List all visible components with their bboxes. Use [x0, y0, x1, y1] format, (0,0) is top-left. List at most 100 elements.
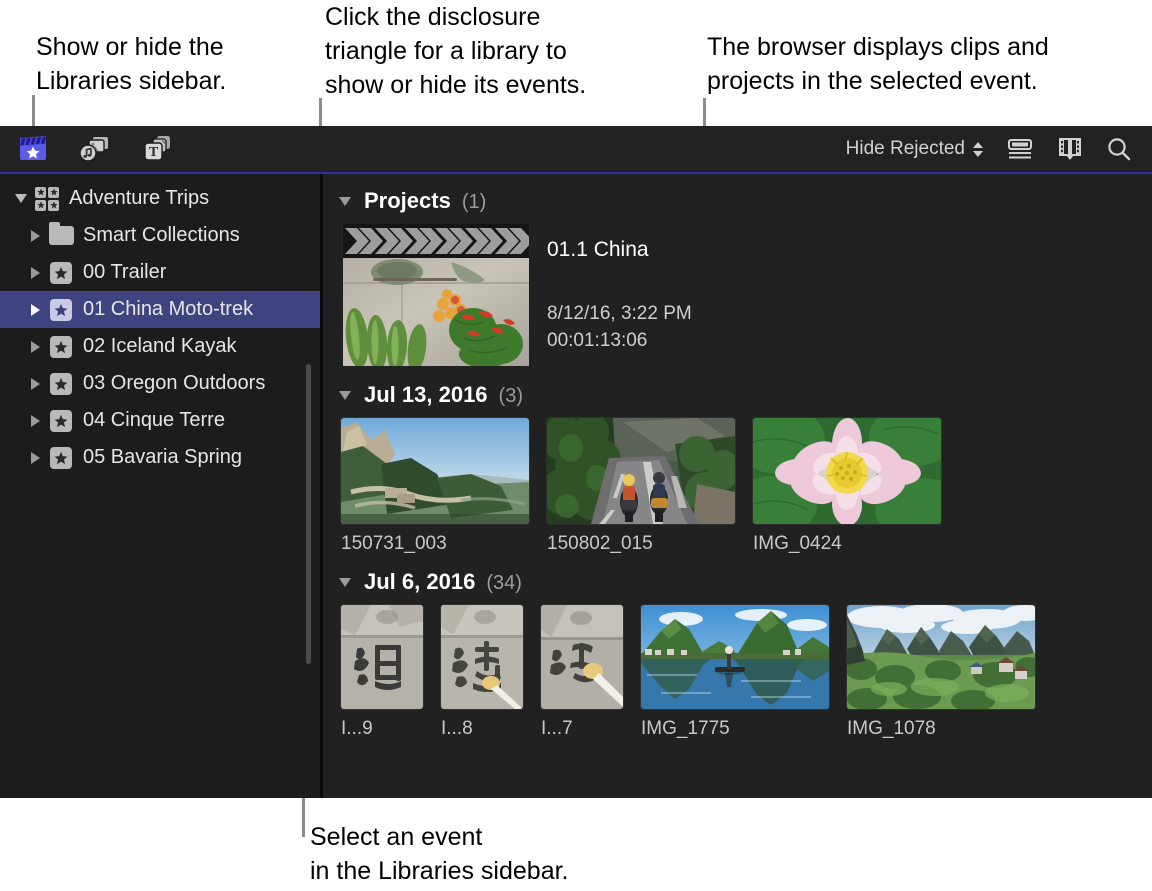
sidebar-library-label: Adventure Trips — [69, 187, 209, 210]
event-star-icon — [46, 410, 76, 432]
library-grid-icon — [32, 187, 62, 211]
main-split: Adventure Trips Smart Collections 00 Tra… — [0, 174, 1152, 798]
disclosure-triangle-event[interactable] — [24, 415, 46, 427]
section-header-jul-13-2016[interactable]: Jul 13, 2016 (3) — [333, 382, 1152, 408]
project-filmstrip-header — [343, 224, 529, 258]
sidebar-scrollbar[interactable] — [306, 364, 311, 664]
triangle-down-icon[interactable] — [339, 578, 351, 587]
folder-icon — [46, 226, 76, 245]
disclosure-triangle-library[interactable] — [10, 194, 32, 203]
search-button[interactable] — [1106, 136, 1132, 162]
clip-thumbnail[interactable] — [441, 605, 523, 709]
event-star-icon — [46, 373, 76, 395]
clip-item[interactable]: I...9 — [341, 605, 423, 740]
project-date: 8/12/16, 3:22 PM — [547, 300, 692, 327]
clip-item[interactable]: 150731_003 — [341, 418, 529, 555]
sidebar-item-02-iceland-kayak[interactable]: 02 Iceland Kayak — [0, 328, 320, 365]
sidebar-item-05-bavaria-spring[interactable]: 05 Bavaria Spring — [0, 439, 320, 476]
project-item[interactable]: 01.1 China 8/12/16, 3:22 PM 00:01:13:06 — [333, 224, 1152, 366]
section-title: Jul 13, 2016 — [364, 382, 488, 408]
project-thumbnail-image — [343, 258, 529, 366]
clip-name: I...7 — [541, 718, 623, 740]
triangle-down-icon[interactable] — [339, 391, 351, 400]
disclosure-triangle-event[interactable] — [24, 452, 46, 464]
clip-row: 150731_003 — [333, 418, 1152, 555]
clip-item[interactable]: I...8 — [441, 605, 523, 740]
project-name: 01.1 China — [547, 238, 692, 262]
titles-generators-icon: T — [140, 135, 172, 163]
clip-thumbnail[interactable] — [847, 605, 1035, 709]
photos-audio-button[interactable] — [78, 135, 110, 163]
browser-toolbar: T Hide Rejected — [0, 126, 1152, 174]
hide-rejected-dropdown[interactable]: Hide Rejected — [846, 138, 984, 160]
sidebar-item-smart-collections[interactable]: Smart Collections — [0, 217, 320, 254]
clip-name: 150802_015 — [547, 533, 735, 555]
libraries-sidebar: Adventure Trips Smart Collections 00 Tra… — [0, 174, 320, 798]
disclosure-callout: Click the disclosure triangle for a libr… — [325, 0, 586, 102]
sidebar-item-label: Smart Collections — [83, 224, 240, 247]
section-title: Jul 6, 2016 — [364, 569, 475, 595]
browser-callout: The browser displays clips and projects … — [707, 30, 1049, 98]
sidebar-item-04-cinque-terre[interactable]: 04 Cinque Terre — [0, 402, 320, 439]
final-cut-pro-window: T Hide Rejected — [0, 126, 1152, 798]
clip-thumbnail[interactable] — [547, 418, 735, 524]
section-title: Projects — [364, 188, 451, 214]
disclosure-triangle-event[interactable] — [24, 267, 46, 279]
hide-rejected-label: Hide Rejected — [846, 138, 965, 160]
sidebar-item-label: 00 Trailer — [83, 261, 166, 284]
sidebar-item-label: 03 Oregon Outdoors — [83, 372, 265, 395]
clip-appearance-button[interactable] — [1056, 137, 1084, 161]
clip-browser: Projects (1) — [320, 174, 1152, 798]
clip-item[interactable]: IMG_1078 — [847, 605, 1035, 740]
sidebar-item-label: 05 Bavaria Spring — [83, 446, 242, 469]
sidebar-toggle-callout: Show or hide the Libraries sidebar. — [36, 30, 226, 98]
clip-name: I...9 — [341, 718, 423, 740]
sidebar-item-01-china-moto-trek[interactable]: 01 China Moto-trek — [0, 291, 320, 328]
clip-name: IMG_0424 — [753, 533, 941, 555]
clip-item[interactable]: IMG_1775 — [641, 605, 829, 740]
section-header-projects[interactable]: Projects (1) — [333, 188, 1152, 214]
section-header-jul-6-2016[interactable]: Jul 6, 2016 (34) — [333, 569, 1152, 595]
clip-thumbnail[interactable] — [641, 605, 829, 709]
clip-name: IMG_1078 — [847, 718, 1035, 740]
clip-thumbnail[interactable] — [753, 418, 941, 524]
disclosure-triangle-event[interactable] — [24, 304, 46, 316]
disclosure-triangle-event[interactable] — [24, 378, 46, 390]
clip-item[interactable]: IMG_0424 — [753, 418, 941, 555]
clip-name: I...8 — [441, 718, 523, 740]
sidebar-item-label: 02 Iceland Kayak — [83, 335, 236, 358]
triangle-right-icon — [31, 267, 40, 279]
clapperboard-star-icon — [18, 135, 48, 163]
triangle-down-icon — [15, 194, 27, 203]
clip-name: 150731_003 — [341, 533, 529, 555]
search-icon — [1106, 136, 1132, 162]
triangle-right-icon — [31, 378, 40, 390]
triangle-right-icon — [31, 341, 40, 353]
disclosure-triangle-smart-collections[interactable] — [24, 230, 46, 242]
sidebar-item-00-trailer[interactable]: 00 Trailer — [0, 254, 320, 291]
photos-audio-icon — [78, 135, 110, 163]
clip-thumbnail[interactable] — [341, 605, 423, 709]
disclosure-triangle-event[interactable] — [24, 341, 46, 353]
clip-item[interactable]: I...7 — [541, 605, 623, 740]
triangle-down-icon[interactable] — [339, 197, 351, 206]
clip-thumbnail[interactable] — [541, 605, 623, 709]
event-star-icon — [46, 299, 76, 321]
titles-generators-button[interactable]: T — [140, 135, 172, 163]
clip-name: IMG_1775 — [641, 718, 829, 740]
triangle-right-icon — [31, 304, 40, 316]
sidebar-item-label: 04 Cinque Terre — [83, 409, 225, 432]
project-duration: 00:01:13:06 — [547, 327, 692, 354]
clip-thumbnail[interactable] — [341, 418, 529, 524]
libraries-sidebar-toggle[interactable] — [18, 135, 48, 163]
clip-item[interactable]: 150802_015 — [547, 418, 735, 555]
project-metadata: 01.1 China 8/12/16, 3:22 PM 00:01:13:06 — [547, 224, 692, 366]
section-count: (1) — [462, 191, 486, 214]
sidebar-item-03-oregon-outdoors[interactable]: 03 Oregon Outdoors — [0, 365, 320, 402]
triangle-right-icon — [31, 230, 40, 242]
sidebar-library-adventure-trips[interactable]: Adventure Trips — [0, 180, 320, 217]
list-view-button[interactable] — [1006, 138, 1034, 160]
project-thumbnail[interactable] — [343, 224, 529, 366]
event-star-icon — [46, 262, 76, 284]
select-event-callout: Select an event in the Libraries sidebar… — [310, 820, 568, 888]
